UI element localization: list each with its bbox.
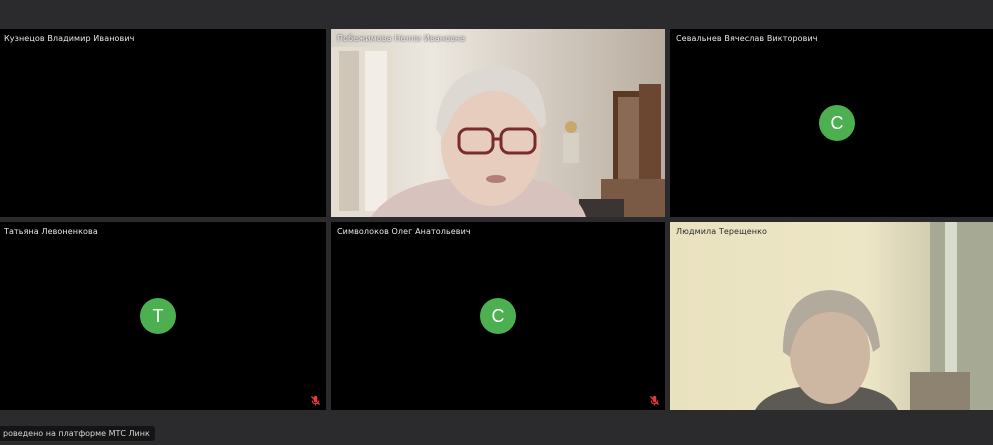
mic-off-icon <box>649 395 660 406</box>
participant-tile[interactable]: Кузнецов Владимир Иванович <box>0 29 326 217</box>
participant-avatar: С <box>819 105 855 141</box>
mic-off-icon <box>310 395 321 406</box>
participant-tile[interactable]: Побежимова Нелли Ивановна <box>331 29 665 217</box>
participant-name: Символоков Олег Анатольевич <box>337 227 471 236</box>
participant-name: Татьяна Левоненкова <box>4 227 98 236</box>
participant-tile[interactable]: Севальнев Вячеслав Викторович С <box>670 29 993 217</box>
platform-label: роведено на платформе МТС Линк <box>0 426 155 441</box>
participant-name: Севальнев Вячеслав Викторович <box>676 34 818 43</box>
video-conference-grid: Кузнецов Владимир Иванович Побежимова Не… <box>0 0 993 445</box>
participant-avatar: С <box>480 298 516 334</box>
participant-name: Побежимова Нелли Ивановна <box>337 34 466 43</box>
participant-name: Людмила Терещенко <box>676 227 767 236</box>
participant-tile[interactable]: Людмила Терещенко <box>670 222 993 410</box>
participant-tile[interactable]: Татьяна Левоненкова Т <box>0 222 326 410</box>
participant-video <box>670 222 993 410</box>
participant-tile[interactable]: Символоков Олег Анатольевич С <box>331 222 665 410</box>
participant-name: Кузнецов Владимир Иванович <box>4 34 135 43</box>
participant-video <box>331 29 665 217</box>
participant-avatar: Т <box>140 298 176 334</box>
